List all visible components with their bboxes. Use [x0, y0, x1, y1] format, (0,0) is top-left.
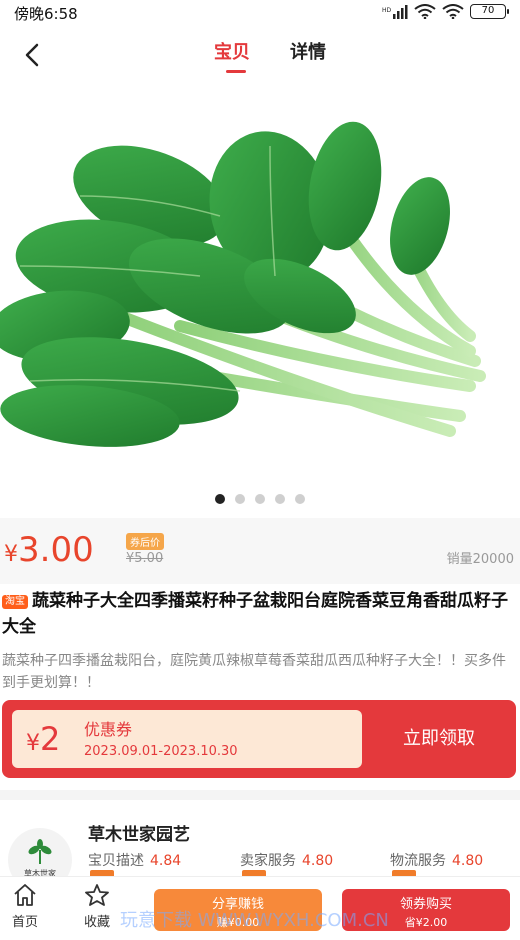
- home-label: 首页: [11, 915, 38, 930]
- share-earn-button[interactable]: 分享赚钱 赚¥0.00: [154, 889, 322, 931]
- tab-indicator: [226, 70, 246, 73]
- share-label: 分享赚钱: [211, 897, 264, 912]
- status-icons: HD 70: [382, 4, 509, 19]
- claim-and-buy-button[interactable]: 领券购买 省¥2.00: [342, 889, 510, 931]
- sales-count: 销量20000: [446, 552, 514, 567]
- rating-score: 4.84: [150, 853, 182, 869]
- back-button[interactable]: [18, 40, 48, 70]
- rating-label: 卖家服务: [240, 853, 296, 869]
- share-earnings: 赚¥0.00: [216, 916, 260, 929]
- bottom-bar: 首页 收藏 分享赚钱 赚¥0.00 领券购买 省¥2.00: [0, 876, 520, 940]
- claim-coupon-button[interactable]: 立即领取: [362, 700, 516, 778]
- coupon-amount: ¥2: [26, 720, 60, 758]
- current-price: ¥3.00: [4, 530, 94, 570]
- rating-seller-service: 卖家服务 4.80: [240, 850, 333, 870]
- home-icon: [14, 884, 36, 906]
- coupon-currency: ¥: [26, 731, 40, 756]
- gallery-dots: [0, 494, 520, 504]
- price-value: 3.00: [18, 530, 94, 570]
- section-divider: [0, 790, 520, 800]
- gallery-dot-active[interactable]: [215, 494, 225, 504]
- after-coupon-tag: 券后价: [126, 533, 164, 550]
- status-time: 傍晚6:58: [14, 5, 78, 23]
- buy-label: 领券购买: [399, 897, 452, 912]
- wifi-icon: [442, 4, 464, 19]
- rating-score: 4.80: [302, 853, 334, 869]
- product-info: 淘宝 蔬菜种子大全四季播菜籽种子盆栽阳台庭院香菜豆角香甜瓜籽子大全 蔬菜种子四季播…: [2, 588, 518, 694]
- product-title: 淘宝 蔬菜种子大全四季播菜籽种子盆栽阳台庭院香菜豆角香甜瓜籽子大全: [2, 588, 518, 640]
- battery-indicator: 70: [470, 4, 509, 19]
- signal-icon: HD: [382, 4, 408, 19]
- gallery-dot[interactable]: [275, 494, 285, 504]
- rating-score: 4.80: [452, 853, 484, 869]
- original-price: ¥5.00: [126, 551, 164, 566]
- buy-savings: 省¥2.00: [404, 916, 448, 929]
- chevron-left-icon: [25, 43, 39, 67]
- home-nav[interactable]: 首页: [0, 883, 50, 930]
- coupon-title: 优惠券: [84, 720, 133, 739]
- header: 宝贝 详情: [0, 26, 520, 86]
- product-image[interactable]: [0, 86, 520, 516]
- product-title-text: 蔬菜种子大全四季播菜籽种子盆栽阳台庭院香菜豆角香甜瓜籽子大全: [2, 591, 508, 637]
- rating-label: 宝贝描述: [88, 853, 144, 869]
- svg-text:HD: HD: [382, 7, 392, 14]
- tab-item[interactable]: 宝贝: [214, 38, 250, 64]
- coupon-value: 2: [40, 720, 61, 758]
- gallery-dot[interactable]: [235, 494, 245, 504]
- status-bar: 傍晚6:58 HD 70: [0, 0, 520, 26]
- gallery-dot[interactable]: [255, 494, 265, 504]
- favorite-label: 收藏: [83, 915, 110, 930]
- favorite-nav[interactable]: 收藏: [72, 883, 122, 930]
- rating-description: 宝贝描述 4.84: [88, 850, 181, 870]
- coupon-dates: 2023.09.01-2023.10.30: [84, 744, 238, 759]
- coupon-card: ¥2 优惠券 2023.09.01-2023.10.30 立即领取: [2, 700, 516, 778]
- gallery-dot[interactable]: [295, 494, 305, 504]
- coupon-info: ¥2 优惠券 2023.09.01-2023.10.30: [12, 710, 362, 768]
- price-section: ¥3.00 券后价 ¥5.00 销量20000: [0, 518, 520, 584]
- green-vegetable-illustration: [0, 121, 486, 447]
- rating-logistics: 物流服务 4.80: [390, 850, 483, 870]
- store-section[interactable]: 草木世家 草木世家园艺 宝贝描述 4.84 卖家服务 4.80 物流服务 4.80: [0, 800, 520, 892]
- wifi-icon: [414, 4, 436, 19]
- tab-details[interactable]: 详情: [290, 38, 326, 64]
- store-name[interactable]: 草木世家园艺: [88, 820, 190, 845]
- rating-label: 物流服务: [390, 853, 446, 869]
- star-icon: [85, 884, 109, 906]
- product-description: 蔬菜种子四季播盆栽阳台，庭院黄瓜辣椒草莓香菜甜瓜西瓜种籽子大全！！买多件到手更划…: [2, 653, 506, 691]
- price-currency: ¥: [4, 542, 18, 567]
- platform-tag: 淘宝: [2, 595, 28, 609]
